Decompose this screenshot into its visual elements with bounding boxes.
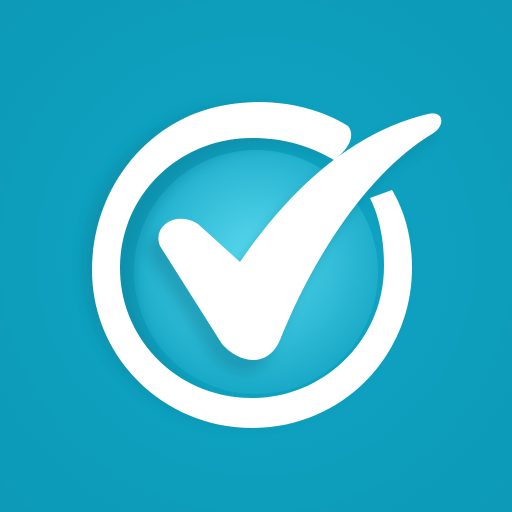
- app-icon: [0, 0, 512, 512]
- checkmark-circle-icon: [0, 0, 512, 512]
